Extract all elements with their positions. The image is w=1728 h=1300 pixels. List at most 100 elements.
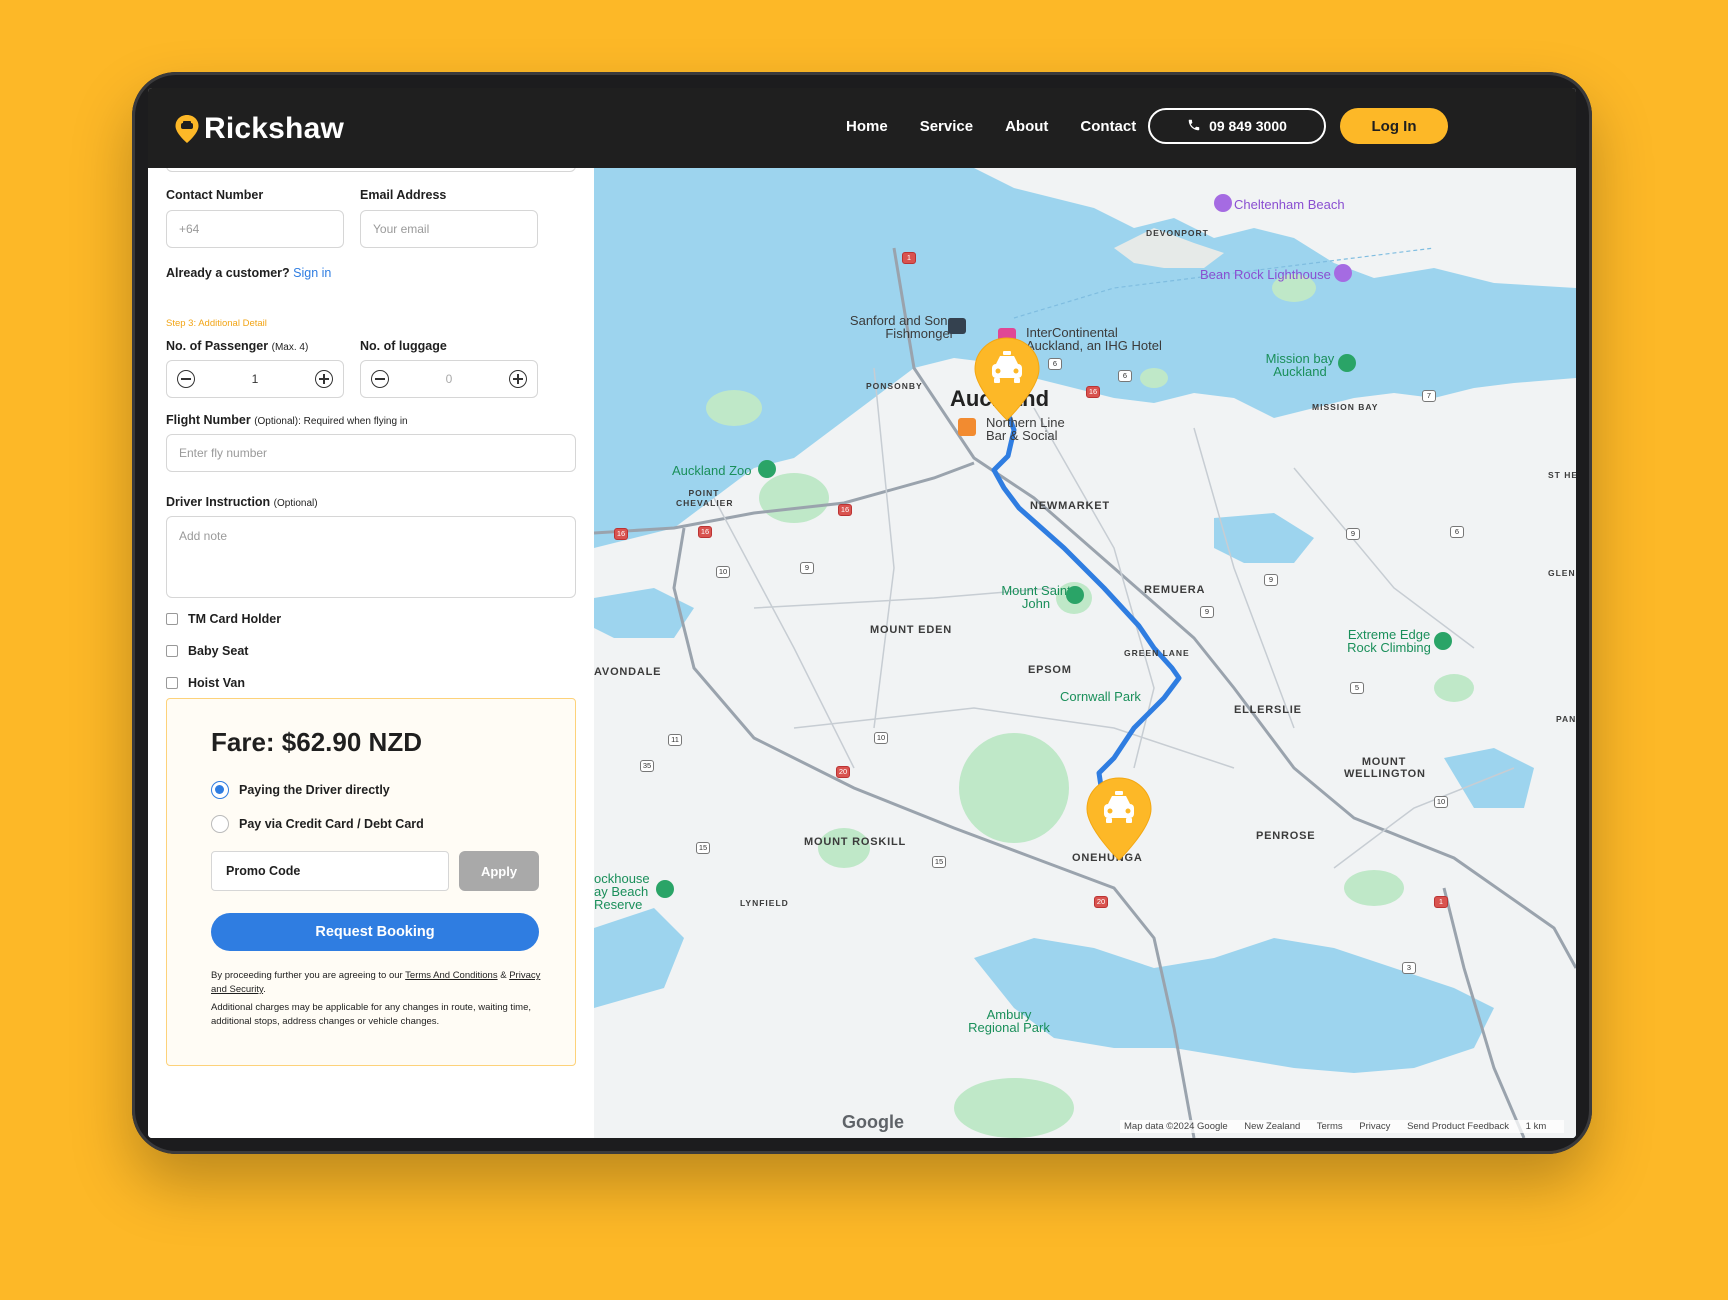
- attribution-terms[interactable]: Terms: [1317, 1121, 1343, 1132]
- luggage-value: 0: [445, 372, 453, 386]
- passenger-minus-icon[interactable]: [177, 370, 195, 388]
- checkbox-icon[interactable]: [166, 645, 178, 657]
- google-logo: Google: [842, 1112, 904, 1132]
- pickup-taxi-marker[interactable]: [972, 336, 1042, 422]
- fare-card: Fare: $62.90 NZD Paying the Driver direc…: [166, 698, 576, 1066]
- checkbox-baby-seat[interactable]: Baby Seat: [166, 644, 248, 658]
- brand-logo[interactable]: Rickshaw: [174, 112, 344, 146]
- radio-selected-icon[interactable]: [211, 781, 229, 799]
- email-input[interactable]: Your email: [360, 210, 538, 248]
- radio-pay-driver[interactable]: Paying the Driver directly: [211, 781, 390, 799]
- nav-contact[interactable]: Contact: [1080, 118, 1136, 135]
- apply-button[interactable]: Apply: [459, 851, 539, 891]
- previous-field[interactable]: [166, 168, 576, 172]
- nav-home[interactable]: Home: [846, 118, 888, 135]
- device-frame: Rickshaw Home Service About Contact 09 8…: [132, 72, 1592, 1154]
- route-6-shield: 6: [1450, 526, 1464, 538]
- highway-16-shield: 16: [698, 526, 712, 538]
- checkbox-icon[interactable]: [166, 677, 178, 689]
- poi-mount-saint-john[interactable]: Mount Saint John: [998, 584, 1074, 610]
- highway-16-shield: 16: [838, 504, 852, 516]
- scale-bar[interactable]: 1 km: [1526, 1121, 1547, 1132]
- poi-cornwall-park[interactable]: Cornwall Park: [1060, 690, 1141, 703]
- checkbox-hoist-van[interactable]: Hoist Van: [166, 676, 245, 690]
- checkbox-tm-card[interactable]: TM Card Holder: [166, 612, 281, 626]
- area-mount-roskill: MOUNT ROSKILL: [804, 836, 907, 848]
- route-map[interactable]: DEVONPORT PONSONBY NEWMARKET REMUERA MOU…: [594, 168, 1576, 1138]
- camera-icon[interactable]: [1214, 194, 1232, 212]
- taxi-icon: [974, 337, 1040, 421]
- driver-label-text: Driver Instruction: [166, 495, 271, 509]
- attribution-feedback[interactable]: Send Product Feedback: [1407, 1121, 1509, 1132]
- radio-unselected-icon[interactable]: [211, 815, 229, 833]
- promo-code-input[interactable]: Promo Code: [211, 851, 449, 891]
- poi-extreme-edge[interactable]: Extreme Edge Rock Climbing: [1344, 628, 1434, 654]
- area-green-lane: GREEN LANE: [1124, 648, 1190, 658]
- highway-1-shield: 1: [902, 252, 916, 264]
- dropoff-taxi-marker[interactable]: [1084, 776, 1154, 862]
- shop-icon[interactable]: [948, 318, 966, 334]
- route-10-shield: 10: [1434, 796, 1448, 808]
- nav-links: Home Service About Contact: [846, 118, 1168, 135]
- legal-text: &: [497, 970, 510, 981]
- terms-link[interactable]: Terms And Conditions: [405, 970, 497, 981]
- taxi-icon: [1086, 777, 1152, 861]
- mountain-icon[interactable]: [1066, 586, 1084, 604]
- phone-number: 09 849 3000: [1209, 118, 1287, 134]
- attribution-privacy[interactable]: Privacy: [1359, 1121, 1390, 1132]
- nav-service[interactable]: Service: [920, 118, 973, 135]
- brand-name: Rickshaw: [204, 112, 344, 145]
- route-3-shield: 3: [1402, 962, 1416, 974]
- checkbox-label: TM Card Holder: [188, 612, 282, 626]
- poi-auckland-zoo[interactable]: Auckland Zoo: [672, 464, 752, 477]
- poi-intercontinental[interactable]: InterContinental Auckland, an IHG Hotel: [1026, 326, 1176, 352]
- park-icon[interactable]: [1338, 354, 1356, 372]
- phone-icon: [1187, 118, 1201, 135]
- route-10-shield: 10: [716, 566, 730, 578]
- poi-ambury-park[interactable]: Ambury Regional Park: [964, 1008, 1054, 1034]
- area-lynfield: LYNFIELD: [740, 898, 789, 908]
- beach-icon[interactable]: [656, 880, 674, 898]
- luggage-minus-icon[interactable]: [371, 370, 389, 388]
- nav-about[interactable]: About: [1005, 118, 1048, 135]
- route-15-shield: 15: [932, 856, 946, 868]
- phone-button[interactable]: 09 849 3000: [1148, 108, 1326, 144]
- area-penrose: PENROSE: [1256, 830, 1316, 842]
- attribution-map-data: Map data ©2024 Google: [1124, 1121, 1228, 1132]
- climbing-icon[interactable]: [1434, 632, 1452, 650]
- poi-sanford-fishmonger[interactable]: Sanford and Sons Fishmonger: [844, 314, 954, 340]
- area-avondale: AVONDALE: [594, 666, 662, 678]
- route-11-shield: 11: [668, 734, 682, 746]
- landmark-icon[interactable]: [1334, 264, 1352, 282]
- poi-lighthouse-beach-reserve[interactable]: ockhouse ay Beach Reserve: [594, 872, 654, 911]
- route-6-shield: 6: [1118, 370, 1132, 382]
- area-mission-bay: MISSION BAY: [1312, 402, 1379, 412]
- sign-in-link[interactable]: Sign in: [293, 266, 331, 280]
- area-mount-eden: MOUNT EDEN: [870, 624, 952, 636]
- legal-terms: By proceeding further you are agreeing t…: [211, 969, 541, 997]
- driver-instruction-textarea[interactable]: Add note: [166, 516, 576, 598]
- flight-number-input[interactable]: Enter fly number: [166, 434, 576, 472]
- route-6-shield: 6: [1048, 358, 1062, 370]
- poi-mission-bay[interactable]: Mission bay Auckland: [1260, 352, 1340, 378]
- route-15-shield: 15: [696, 842, 710, 854]
- poi-cheltenham-beach[interactable]: Cheltenham Beach: [1234, 198, 1345, 211]
- legal-text: .: [263, 984, 266, 995]
- zoo-icon[interactable]: [758, 460, 776, 478]
- checkbox-icon[interactable]: [166, 613, 178, 625]
- fare-title: Fare: $62.90 NZD: [211, 727, 422, 757]
- luggage-plus-icon[interactable]: [509, 370, 527, 388]
- area-point-chevalier: POINT CHEVALIER: [676, 488, 734, 508]
- route-9-shield: 9: [1346, 528, 1360, 540]
- poi-bean-rock[interactable]: Bean Rock Lighthouse: [1200, 268, 1331, 281]
- request-booking-button[interactable]: Request Booking: [211, 913, 539, 951]
- attribution-region[interactable]: New Zealand: [1244, 1121, 1300, 1132]
- passenger-stepper: 1: [166, 360, 344, 398]
- contact-number-input[interactable]: +64: [166, 210, 344, 248]
- login-button[interactable]: Log In: [1340, 108, 1448, 144]
- passenger-plus-icon[interactable]: [315, 370, 333, 388]
- highway-16-shield: 16: [614, 528, 628, 540]
- additional-charges-note: Additional charges may be applicable for…: [211, 1002, 532, 1027]
- contact-number-label: Contact Number: [166, 188, 264, 202]
- radio-pay-card[interactable]: Pay via Credit Card / Debt Card: [211, 815, 424, 833]
